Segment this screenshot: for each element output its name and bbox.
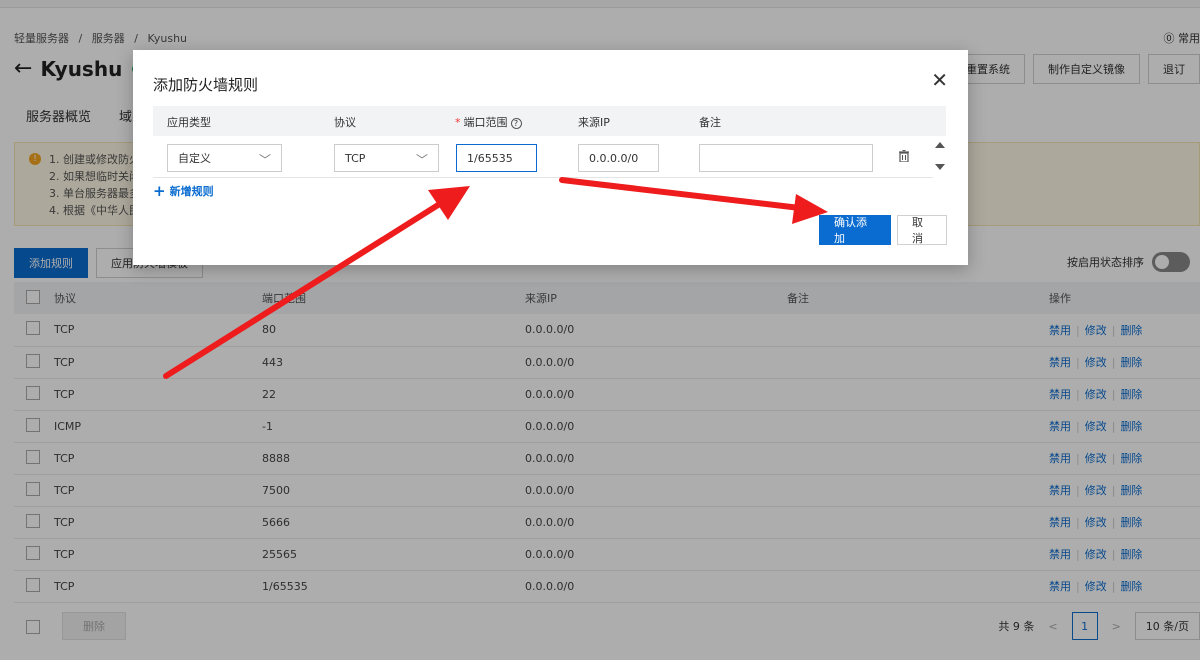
note-input[interactable]: [699, 144, 873, 172]
required-mark: *: [455, 116, 461, 129]
protocol-select[interactable]: TCP ﹀: [334, 144, 439, 172]
add-new-rule-link[interactable]: + 新增规则: [153, 182, 214, 200]
help-icon[interactable]: ?: [510, 118, 522, 129]
close-icon[interactable]: ✕: [931, 70, 948, 90]
header-note: 备注: [699, 116, 721, 129]
app-type-value: 自定义: [178, 152, 211, 165]
header-port-range: * 端口范围?: [455, 114, 522, 130]
source-ip-input[interactable]: 0.0.0.0/0: [578, 144, 659, 172]
trash-icon[interactable]: [899, 150, 909, 162]
port-range-input[interactable]: 1/65535: [456, 144, 537, 172]
scroll-up-icon[interactable]: [935, 142, 945, 148]
port-label: 端口范围: [463, 116, 508, 129]
add-firewall-rule-dialog: 添加防火墙规则 ✕ 应用类型 协议 * 端口范围? 来源IP 备注 自定义 ﹀ T…: [133, 50, 968, 265]
app-type-select[interactable]: 自定义 ﹀: [167, 144, 282, 172]
header-app-type: 应用类型: [167, 116, 211, 129]
cancel-button[interactable]: 取消: [897, 215, 947, 245]
dialog-title: 添加防火墙规则: [153, 76, 259, 94]
add-new-rule-label: 新增规则: [169, 185, 214, 198]
chevron-down-icon: ﹀: [415, 153, 428, 167]
confirm-add-button[interactable]: 确认添加: [819, 215, 891, 245]
scroll-down-icon[interactable]: [935, 164, 945, 170]
new-rule-row: 自定义 ﹀ TCP ﹀ 1/65535 0.0.0.0/0: [153, 136, 933, 178]
header-source-ip: 来源IP: [578, 116, 610, 129]
chevron-down-icon: ﹀: [258, 153, 271, 167]
protocol-value: TCP: [345, 151, 366, 165]
dialog-table-header: 应用类型 协议 * 端口范围? 来源IP 备注: [153, 106, 946, 136]
header-protocol: 协议: [334, 116, 356, 129]
plus-icon: +: [153, 182, 166, 200]
